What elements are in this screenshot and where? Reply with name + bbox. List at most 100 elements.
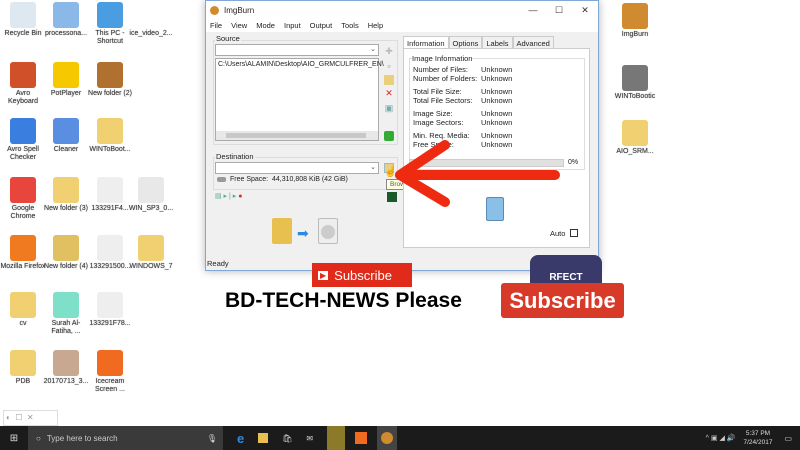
desktop-icon[interactable]: New folder (4)	[43, 235, 89, 271]
image-info-label: Image Information	[412, 54, 473, 63]
desktop-icon-label: PotPlayer	[50, 90, 82, 97]
menu-view[interactable]: View	[231, 21, 247, 30]
pdf-taskbar-icon[interactable]	[327, 426, 346, 450]
desktop-icon[interactable]: Recycle Bin	[0, 2, 46, 38]
desktop-icon-image	[10, 118, 36, 144]
search-box[interactable]: ○ Type here to search 🎙	[28, 426, 223, 450]
desktop-icon-label: 20170713_3...	[43, 378, 89, 385]
desktop-icon-label: 133291500...	[89, 263, 131, 270]
auto-checkbox[interactable]	[570, 229, 578, 237]
desktop-icon-label: WINDOWS_7	[129, 263, 173, 270]
desktop-icon[interactable]: 133291F4...	[87, 177, 133, 213]
info-value: Unknown	[481, 131, 513, 140]
desktop-icon-label: New folder (2)	[88, 90, 132, 97]
small-subscribe-text: Subscribe	[334, 267, 392, 283]
desktop-icon[interactable]: AIO_SRM...	[612, 120, 658, 156]
desktop-icon-label: Mozilla Firefox	[0, 263, 46, 270]
desktop-icon[interactable]: WINToBootic	[612, 65, 658, 101]
imgburn-taskbar-icon[interactable]	[377, 426, 398, 450]
info-row: Total File Size: Unknown	[413, 87, 512, 96]
calculate-icon[interactable]	[384, 131, 394, 141]
desktop-icon[interactable]: WIN_SP3_0...	[128, 177, 174, 213]
menu-bar: File View Mode Input Output Tools Help	[206, 19, 598, 32]
close-button[interactable]: ✕	[572, 5, 598, 16]
desktop-icon[interactable]: Surah Al-Fatiha, ...	[43, 292, 89, 336]
edge-icon[interactable]: e	[237, 431, 244, 446]
info-value: Unknown	[481, 96, 513, 105]
banner-text: BD-TECH-NEWS Please	[225, 289, 462, 312]
properties-icon[interactable]: ▣	[384, 103, 394, 113]
horizontal-scrollbar[interactable]	[216, 131, 378, 140]
menu-tools[interactable]: Tools	[341, 21, 359, 30]
desktop-icon-image	[10, 62, 36, 88]
menu-help[interactable]: Help	[368, 21, 383, 30]
desktop-icon[interactable]: ice_video_2...	[128, 2, 174, 38]
icecream-taskbar-icon[interactable]	[355, 432, 368, 444]
desktop-icon-label: Recycle Bin	[4, 30, 42, 37]
desktop-icon-label: ice_video_2...	[129, 30, 173, 37]
desktop-icon[interactable]: Mozilla Firefox	[0, 235, 46, 271]
desktop-icon[interactable]: PDB	[0, 350, 46, 386]
desktop-icon-image	[53, 235, 79, 261]
menu-file[interactable]: File	[210, 21, 222, 30]
info-value: Unknown	[481, 87, 513, 96]
cortana-icon: ○	[36, 433, 41, 443]
desktop-icon[interactable]: Cleaner	[43, 118, 89, 154]
desktop-icon-image	[97, 177, 123, 203]
desktop-icon[interactable]: WINToBoot...	[87, 118, 133, 154]
desktop-icon[interactable]: New folder (2)	[87, 62, 133, 98]
desktop-icon-image	[622, 65, 648, 91]
mail-icon[interactable]: ✉	[306, 434, 313, 443]
start-button[interactable]: ⊞	[0, 433, 28, 444]
disc-icon[interactable]	[318, 218, 338, 244]
desktop-icon-image	[10, 235, 36, 261]
desktop-icon-image	[10, 350, 36, 376]
desktop-icon[interactable]: 133291500...	[87, 235, 133, 271]
desktop-icon[interactable]: cv	[0, 292, 46, 328]
browse-folder-icon[interactable]	[384, 75, 394, 85]
store-icon[interactable]: 🛍	[282, 434, 292, 443]
view-toggle-icons[interactable]: ▤ ▸ | ▸ ●	[215, 192, 242, 200]
desktop-icon[interactable]: This PC - Shortcut	[87, 2, 133, 46]
minimize-button[interactable]: —	[520, 5, 546, 16]
menu-input[interactable]: Input	[284, 21, 301, 30]
menu-output[interactable]: Output	[310, 21, 333, 30]
system-tray-icons[interactable]: ^ ▣ ◢ 🔊	[706, 434, 736, 442]
clock[interactable]: 5:37 PM 7/24/2017	[744, 429, 773, 447]
file-explorer-icon[interactable]	[258, 433, 269, 443]
desktop-icon-image	[138, 177, 164, 203]
browse-file-icon[interactable]: ▫	[384, 61, 394, 71]
delete-icon[interactable]: ✕	[384, 88, 394, 98]
desktop-icon-label: PDB	[15, 378, 31, 385]
subscribe-banner-button: Subscribe	[501, 283, 624, 318]
microphone-icon[interactable]: 🎙	[207, 434, 217, 443]
clock-time: 5:37 PM	[745, 430, 771, 437]
info-key: Image Sectors:	[413, 118, 464, 127]
desktop-icon[interactable]: PotPlayer	[43, 62, 89, 98]
minimized-window-preview[interactable]: ◐ ☐ ✕	[3, 410, 58, 426]
desktop-icon[interactable]: Google Chrome	[0, 177, 46, 221]
desktop-icon[interactable]: Avro Keyboard	[0, 62, 46, 106]
desktop-icon[interactable]: Icecream Screen ...	[87, 350, 133, 394]
info-key: Total File Sectors:	[413, 96, 473, 105]
desktop-icon[interactable]: 133291F78...	[87, 292, 133, 328]
desktop-icon-label: 133291F4...	[91, 205, 129, 212]
destination-combo[interactable]: ⌄	[215, 162, 379, 174]
desktop-icon[interactable]: New folder (3)	[43, 177, 89, 213]
desktop-icon[interactable]: processona...	[43, 2, 89, 38]
desktop-icon-image	[53, 2, 79, 28]
desktop-icon[interactable]: WINDOWS_7	[128, 235, 174, 271]
info-row: Number of Files: Unknown	[413, 65, 512, 74]
action-center-icon[interactable]: ▭	[784, 434, 792, 443]
info-row: Image Sectors: Unknown	[413, 118, 512, 127]
add-icon[interactable]: ✚	[384, 46, 394, 56]
maximize-button[interactable]: ☐	[546, 5, 572, 16]
desktop-icon[interactable]: Avro Spell Checker	[0, 118, 46, 162]
desktop-icon[interactable]: ImgBurn	[612, 3, 658, 39]
menu-mode[interactable]: Mode	[256, 21, 275, 30]
info-value: Unknown	[481, 65, 513, 74]
desktop-icon[interactable]: 20170713_3...	[43, 350, 89, 386]
source-item[interactable]: C:\Users\ALAMIN\Desktop\AIO_GRMCULFRER_E…	[216, 59, 384, 70]
source-combo[interactable]: ⌄	[215, 44, 379, 56]
source-list[interactable]: C:\Users\ALAMIN\Desktop\AIO_GRMCULFRER_E…	[215, 58, 384, 141]
